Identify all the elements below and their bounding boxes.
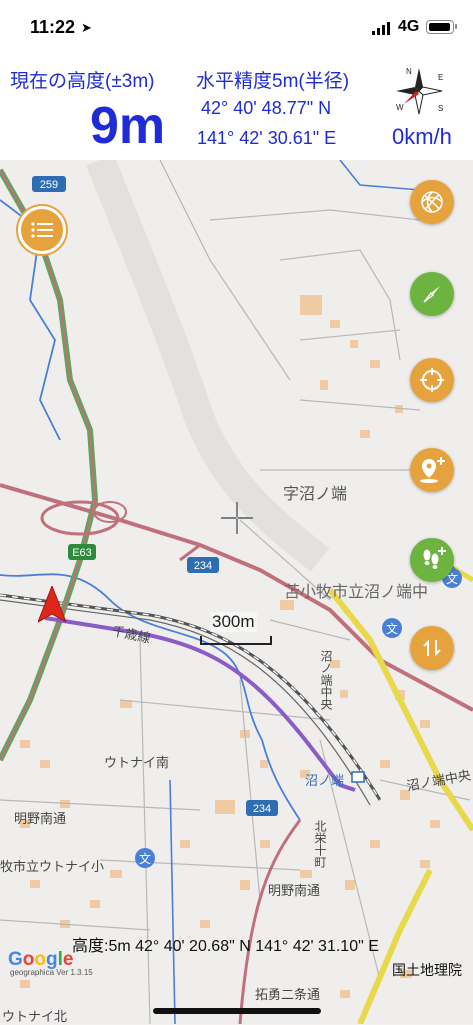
add-pin-icon [420, 457, 445, 483]
map-label-school-utonai: 牧市立ウトナイ小 [0, 859, 105, 874]
speed-value: 0km/h [392, 124, 452, 149]
map-label-chuo-vertical: 沼ノ端中央 [319, 650, 333, 710]
scale-bar [200, 636, 272, 645]
svg-text:234: 234 [253, 803, 271, 815]
compass-letter-s: S [438, 104, 443, 113]
add-pin-button[interactable] [410, 448, 454, 492]
svg-text:文: 文 [139, 851, 151, 866]
add-track-button[interactable] [410, 538, 454, 582]
crosshair-position-readout: 高度:5m 42° 40' 20.68" N 141° 42' 31.10" E [72, 938, 379, 955]
route-shield-259: 259 [32, 176, 66, 192]
accuracy-label: 水平精度5m(半径) [196, 71, 350, 92]
svg-text:E63: E63 [72, 547, 92, 559]
signal-strength-icon [372, 22, 390, 35]
altitude-value: 9m [90, 97, 166, 155]
compass-mode-button[interactable] [410, 272, 454, 316]
route-shield-234-a: 234 [187, 557, 219, 573]
map-label-utonai-minami: ウトナイ南 [104, 755, 170, 770]
spiral-icon [421, 191, 443, 213]
battery-icon [426, 20, 457, 34]
add-footprints-icon [423, 547, 446, 569]
map-label-area: 字沼ノ端 [283, 486, 348, 503]
map-label-meino: 明野南通 [14, 811, 67, 826]
location-services-icon: ➤ [81, 20, 92, 35]
gps-info-panel: 現在の高度(±3m) 9m 水平精度5m(半径) 42° 40' 48.77" … [0, 58, 473, 160]
expressway-shield-e63: E63 [68, 544, 96, 560]
current-location-arrow-icon [38, 586, 66, 623]
compass-icon[interactable]: N E S W [392, 64, 446, 118]
status-time: 11:22 [30, 17, 76, 37]
switch-arrows-icon [423, 639, 441, 657]
list-icon [31, 222, 53, 238]
longitude-value: 141° 42' 30.61" E [197, 128, 337, 148]
switch-button[interactable] [410, 626, 454, 670]
map-credit: 国土地理院 [392, 962, 462, 978]
svg-text:234: 234 [194, 560, 212, 572]
compass-letter-w: W [396, 103, 404, 112]
route-shield-234-b: 234 [246, 800, 278, 816]
network-type: 4G [398, 18, 420, 35]
compass-letter-n: N [406, 67, 412, 76]
school-icon: 文 [135, 848, 155, 868]
altitude-label: 現在の高度(±3m) [10, 71, 155, 92]
center-crosshair-icon [221, 502, 253, 534]
map-label-utonai-kita: ウトナイ北 [2, 1009, 68, 1024]
spiral-button[interactable] [410, 180, 454, 224]
menu-button[interactable] [18, 206, 66, 254]
svg-text:文: 文 [386, 621, 398, 636]
latitude-value: 42° 40' 48.77" N [201, 98, 332, 118]
home-indicator[interactable] [153, 1008, 321, 1014]
center-location-button[interactable] [410, 358, 454, 402]
map-label-school: 苫小牧市立沼ノ端中 [284, 584, 429, 601]
school-icon: 文 [382, 618, 402, 638]
crosshair-target-icon [420, 368, 444, 392]
svg-text:259: 259 [40, 179, 58, 191]
compass-letter-e: E [438, 73, 443, 82]
compass-needle-icon [423, 286, 440, 303]
map-label-kita-vertical: 北栄十町 [313, 820, 327, 868]
status-bar: 11:22 ➤ 4G [0, 0, 473, 58]
app-version-label: geographica Ver 1.3.15 [10, 968, 93, 977]
map-label-meino-2: 明野南通 [268, 883, 321, 898]
station-icon [351, 771, 365, 783]
map-label-takuyu: 拓勇二条通 [255, 987, 321, 1002]
map-label-station: 沼ノ端 [305, 773, 345, 788]
